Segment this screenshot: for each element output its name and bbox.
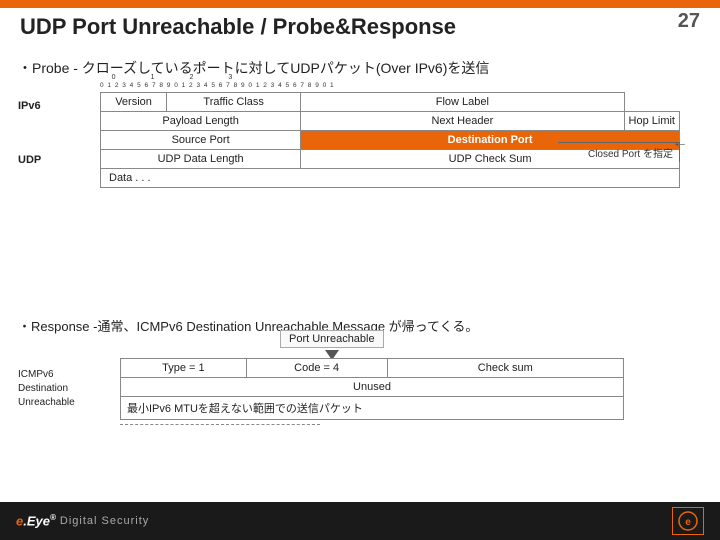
payload-length-cell: Payload Length xyxy=(101,112,301,131)
traffic-class-cell: Traffic Class xyxy=(167,93,301,112)
ipv6-diagram: 0 1 2 3 0 1 2 3 4 5 6 7 8 9 0 1 2 3 4 5 … xyxy=(100,74,680,188)
tagline: Digital Security xyxy=(60,515,149,527)
svg-text:e: e xyxy=(685,517,691,528)
icmp-table: Type = 1 Code = 4 Check sum Unused 最小IPv… xyxy=(120,358,624,420)
version-cell: Version xyxy=(101,93,167,112)
bottom-bar: e.Eye® Digital Security e xyxy=(0,502,720,540)
icmp-dashed-line xyxy=(120,424,320,425)
section2-bullet: ・Response -通常、ICMPv6 Destination Unreach… xyxy=(18,316,478,335)
logo-svg: e xyxy=(677,510,699,532)
slide-number: 27 xyxy=(678,10,700,33)
icmp-diagram: Type = 1 Code = 4 Check sum Unused 最小IPv… xyxy=(110,358,670,425)
payload-cell: 最小IPv6 MTUを超えない範囲での送信パケット xyxy=(121,397,624,420)
icmp-row-3: 最小IPv6 MTUを超えない範囲での送信パケット xyxy=(121,397,624,420)
type-cell: Type = 1 xyxy=(121,359,247,378)
type-label: Type = xyxy=(162,362,198,374)
ruler-bits: 0 1 2 3 4 5 6 7 8 9 0 1 2 3 4 5 6 7 8 9 … xyxy=(100,82,680,90)
port-unreachable-label: Port Unreachable xyxy=(280,330,384,348)
table-row: Version Traffic Class Flow Label xyxy=(101,93,680,112)
slide-title: UDP Port Unreachable / Probe&Response xyxy=(20,14,456,40)
packet-table: Version Traffic Class Flow Label Payload… xyxy=(100,92,680,188)
checksum-cell: Check sum xyxy=(387,359,623,378)
hop-limit-cell: Hop Limit xyxy=(624,112,679,131)
company-logo: e.Eye® xyxy=(16,513,56,528)
code-label: Code = xyxy=(294,362,333,374)
icmp-row-1: Type = 1 Code = 4 Check sum xyxy=(121,359,624,378)
data-cell: Data . . . xyxy=(101,169,680,188)
source-port-cell: Source Port xyxy=(101,131,301,150)
udp-length-cell: UDP Data Length xyxy=(101,150,301,169)
table-row: Payload Length Next Header Hop Limit xyxy=(101,112,680,131)
icmpv6-label: ICMPv6 Destination Unreachable xyxy=(18,368,75,410)
logo-e: e xyxy=(16,514,23,529)
icmpv6-text: ICMPv6 Destination Unreachable xyxy=(18,369,75,408)
ruler-top: 0 1 2 3 xyxy=(100,74,680,82)
flow-label-cell: Flow Label xyxy=(301,93,624,112)
code-cell: Code = 4 xyxy=(246,359,387,378)
closed-port-label: Closed Port を指定 xyxy=(558,142,680,162)
registered-mark: ® xyxy=(50,513,56,522)
top-bar xyxy=(0,0,720,8)
port-unreachable-wrap: Port Unreachable xyxy=(280,330,384,360)
udp-protocol-label: UDP xyxy=(18,154,41,166)
unused-cell: Unused xyxy=(121,378,624,397)
next-header-cell: Next Header xyxy=(301,112,624,131)
code-value: 4 xyxy=(333,362,339,374)
table-row: Data . . . xyxy=(101,169,680,188)
icmp-row-2: Unused xyxy=(121,378,624,397)
logo-icon: e xyxy=(672,507,704,535)
ipv6-protocol-label: IPv6 xyxy=(18,100,41,112)
type-value: 1 xyxy=(199,362,205,374)
